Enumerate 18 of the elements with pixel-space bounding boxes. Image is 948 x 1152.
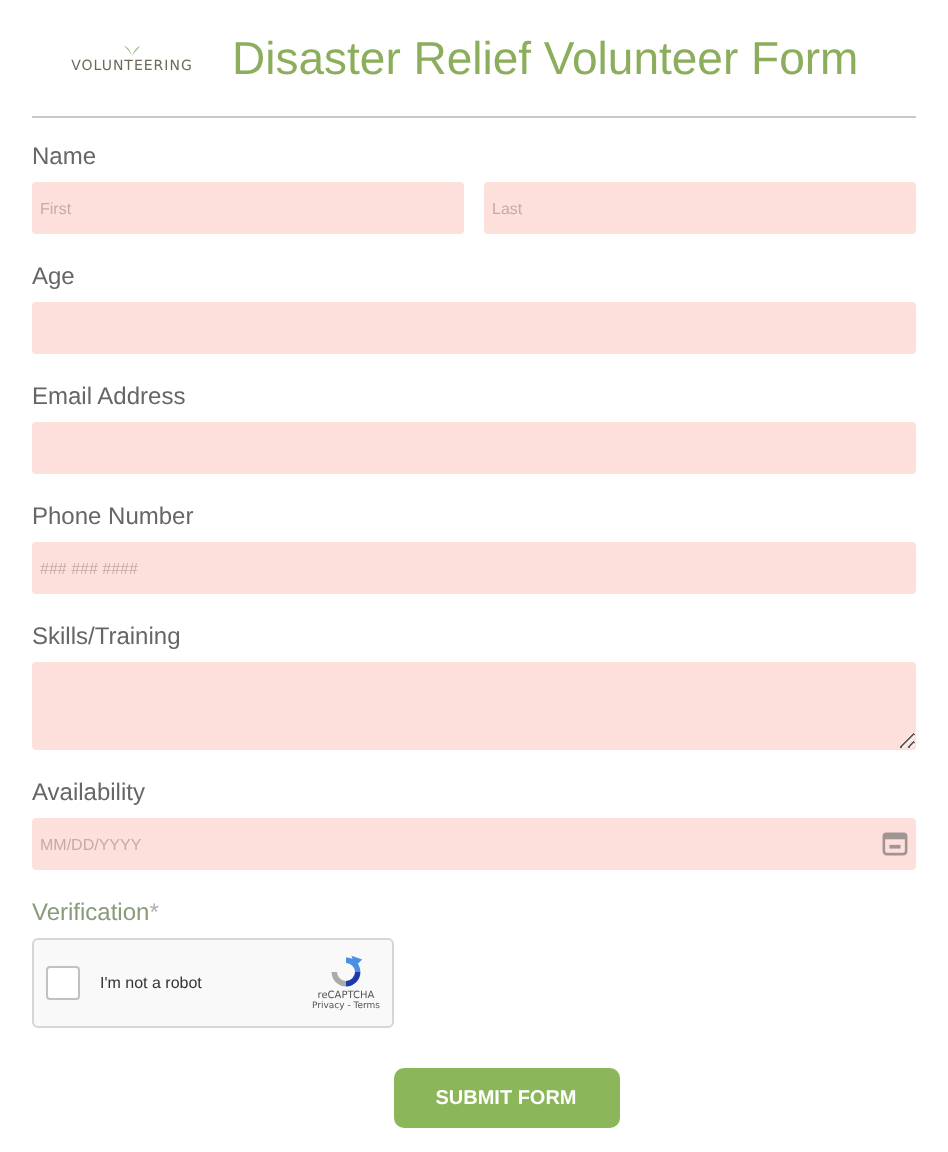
required-mark: *	[149, 898, 159, 928]
field-label: Verification	[32, 898, 150, 928]
field-label: Name	[32, 142, 99, 172]
form-title: Disaster Relief Volunteer Form	[232, 31, 859, 85]
input-field[interactable]: ### ### ####	[32, 542, 916, 594]
refresh-arrows-icon	[327, 954, 364, 990]
field-label: Skills/Training	[32, 622, 183, 652]
field-label: Phone Number	[32, 502, 196, 532]
checkbox-label: I'm not a robot	[100, 974, 204, 992]
calendar-icon[interactable]	[882, 830, 908, 856]
leaf-icon	[122, 43, 142, 57]
input-field[interactable]	[32, 422, 916, 474]
field-label: Age	[32, 262, 77, 292]
text-area[interactable]	[32, 662, 916, 750]
input-field[interactable]	[32, 302, 916, 354]
checkbox[interactable]	[46, 966, 80, 1000]
field-label: Email Address	[32, 382, 188, 412]
field-label: Availability	[32, 778, 147, 808]
